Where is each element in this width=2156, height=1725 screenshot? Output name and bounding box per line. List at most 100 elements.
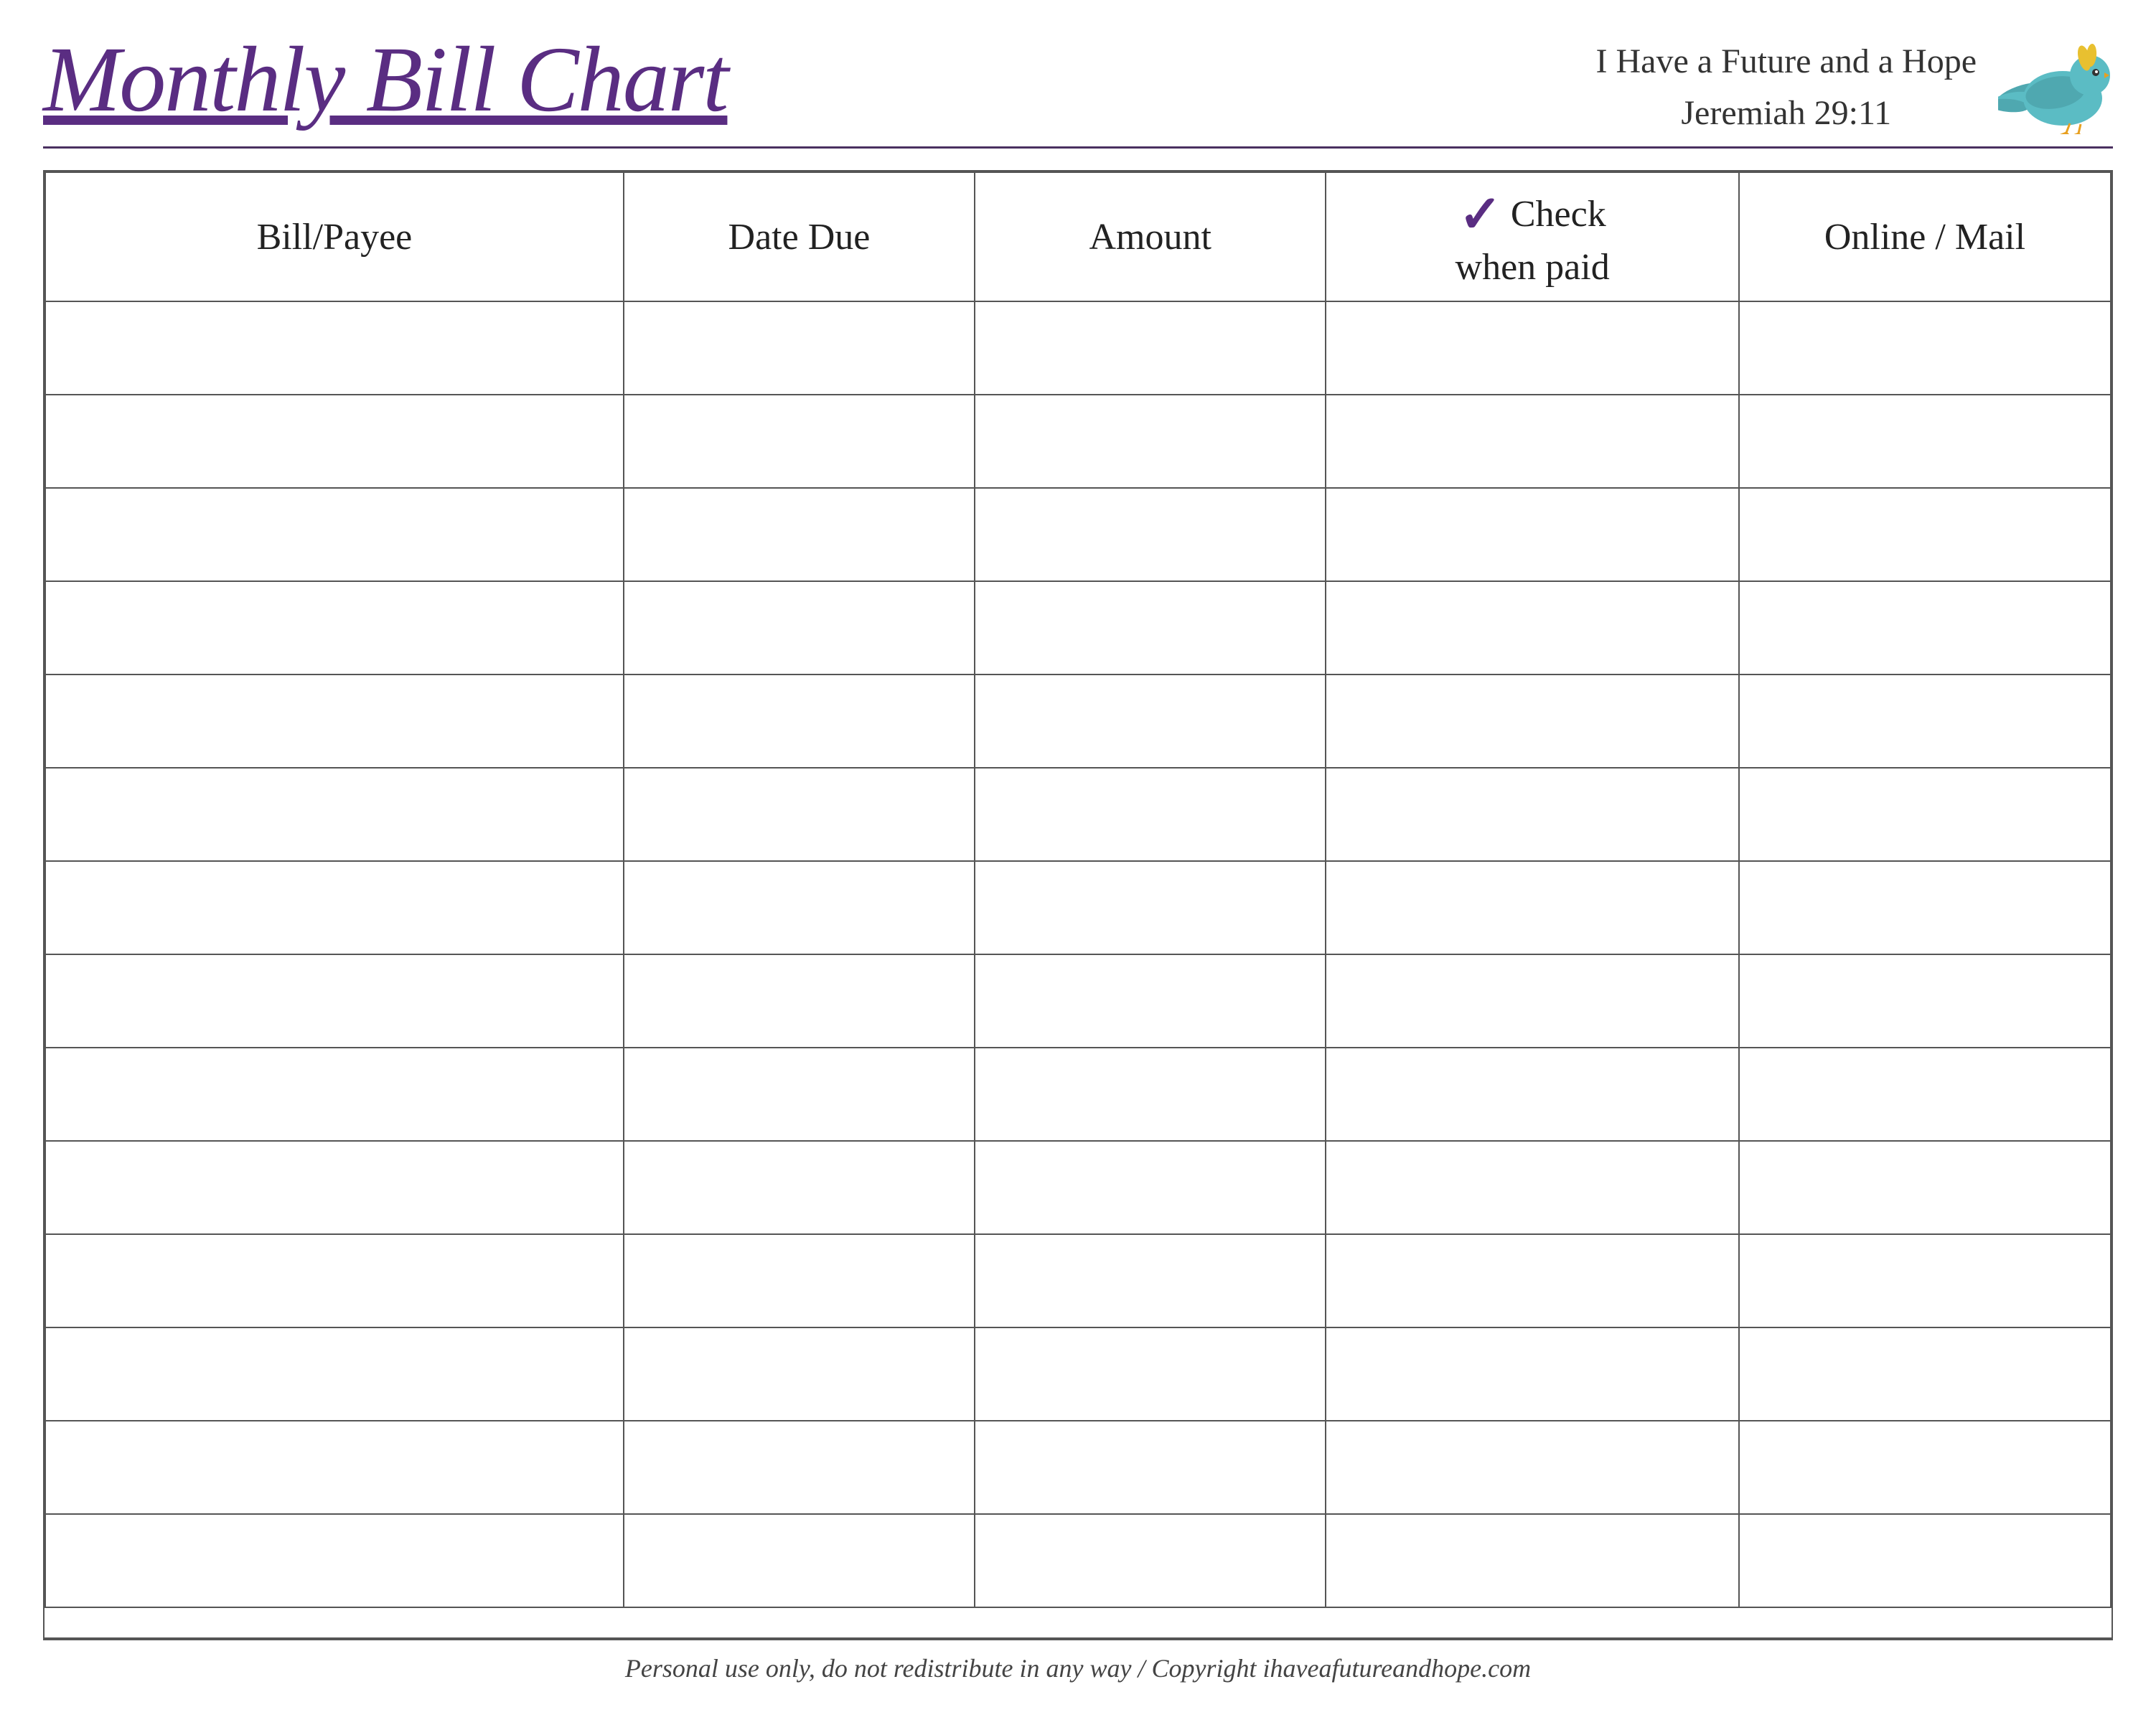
table-cell xyxy=(975,301,1326,395)
table-cell xyxy=(975,1141,1326,1234)
table-cell xyxy=(1326,1234,1739,1327)
table-cell xyxy=(624,1141,975,1234)
table-row xyxy=(45,1048,2111,1141)
table-cell xyxy=(624,768,975,861)
table-row xyxy=(45,1141,2111,1234)
table-cell xyxy=(624,861,975,954)
table-cell xyxy=(1326,301,1739,395)
table-cell xyxy=(45,954,624,1048)
table-row xyxy=(45,1327,2111,1421)
table-row xyxy=(45,675,2111,768)
table-cell xyxy=(624,1234,975,1327)
table-cell xyxy=(1739,395,2111,488)
page: Monthly Bill Chart I Have a Future and a… xyxy=(0,0,2156,1725)
table-row xyxy=(45,581,2111,675)
table-cell xyxy=(1739,1327,2111,1421)
table-cell xyxy=(624,1421,975,1514)
table-cell xyxy=(975,488,1326,581)
table-cell xyxy=(1739,675,2111,768)
table-cell xyxy=(45,581,624,675)
table-row xyxy=(45,1514,2111,1607)
table-cell xyxy=(624,395,975,488)
table-cell xyxy=(1739,581,2111,675)
scripture-line1: I Have a Future and a Hope xyxy=(1596,36,1977,88)
table-cell xyxy=(975,1048,1326,1141)
bill-table: Bill/Payee Date Due Amount ✓ Check when … xyxy=(44,171,2112,1608)
table-cell xyxy=(1326,768,1739,861)
table-cell xyxy=(1739,861,2111,954)
table-row xyxy=(45,1234,2111,1327)
table-cell xyxy=(975,581,1326,675)
table-cell xyxy=(975,395,1326,488)
table-row xyxy=(45,1421,2111,1514)
header: Monthly Bill Chart I Have a Future and a… xyxy=(43,29,2113,149)
table-body xyxy=(45,301,2111,1607)
table-cell xyxy=(975,768,1326,861)
table-cell xyxy=(1326,488,1739,581)
table-cell xyxy=(975,1421,1326,1514)
table-cell xyxy=(975,1514,1326,1607)
bird-icon xyxy=(1998,41,2113,134)
table-cell xyxy=(45,1048,624,1141)
table-cell xyxy=(1326,581,1739,675)
table-cell xyxy=(45,861,624,954)
table-cell xyxy=(1326,1514,1739,1607)
bill-table-wrapper: Bill/Payee Date Due Amount ✓ Check when … xyxy=(43,170,2113,1639)
table-cell xyxy=(45,768,624,861)
col-header-date-due: Date Due xyxy=(624,172,975,301)
col-header-amount: Amount xyxy=(975,172,1326,301)
col-header-bill-payee: Bill/Payee xyxy=(45,172,624,301)
table-cell xyxy=(1326,675,1739,768)
table-cell xyxy=(45,395,624,488)
checkmark-icon: ✓ xyxy=(1459,184,1502,245)
table-cell xyxy=(1326,1048,1739,1141)
table-cell xyxy=(1326,395,1739,488)
table-cell xyxy=(45,1234,624,1327)
scripture-line2: Jeremiah 29:11 xyxy=(1596,88,1977,139)
table-cell xyxy=(624,1327,975,1421)
table-cell xyxy=(1326,1421,1739,1514)
table-cell xyxy=(45,1327,624,1421)
header-right: I Have a Future and a Hope Jeremiah 29:1… xyxy=(1596,29,2113,139)
table-cell xyxy=(45,301,624,395)
table-cell xyxy=(1739,1421,2111,1514)
table-cell xyxy=(1326,1327,1739,1421)
table-row xyxy=(45,954,2111,1048)
table-cell xyxy=(1739,1234,2111,1327)
table-cell xyxy=(975,861,1326,954)
table-cell xyxy=(1739,954,2111,1048)
table-cell xyxy=(624,581,975,675)
table-cell xyxy=(45,1421,624,1514)
table-cell xyxy=(1739,1514,2111,1607)
table-header-row: Bill/Payee Date Due Amount ✓ Check when … xyxy=(45,172,2111,301)
table-cell xyxy=(45,675,624,768)
table-cell xyxy=(1739,1048,2111,1141)
table-cell xyxy=(45,1141,624,1234)
table-cell xyxy=(1326,954,1739,1048)
table-row xyxy=(45,768,2111,861)
table-cell xyxy=(1739,768,2111,861)
table-row xyxy=(45,395,2111,488)
table-cell xyxy=(1739,488,2111,581)
table-cell xyxy=(1326,1141,1739,1234)
table-cell xyxy=(975,1327,1326,1421)
table-cell xyxy=(624,675,975,768)
when-paid-label: when paid xyxy=(1456,245,1610,290)
table-row xyxy=(45,861,2111,954)
table-row xyxy=(45,301,2111,395)
col-header-online-mail: Online / Mail xyxy=(1739,172,2111,301)
table-row xyxy=(45,488,2111,581)
check-label: Check xyxy=(1511,192,1606,237)
table-cell xyxy=(624,301,975,395)
table-cell xyxy=(1739,301,2111,395)
footer: Personal use only, do not redistribute i… xyxy=(43,1639,2113,1696)
footer-text: Personal use only, do not redistribute i… xyxy=(625,1654,1531,1683)
table-cell xyxy=(975,954,1326,1048)
bird-container: I Have a Future and a Hope Jeremiah 29:1… xyxy=(1596,36,2113,139)
table-cell xyxy=(624,1514,975,1607)
table-cell xyxy=(975,1234,1326,1327)
table-cell xyxy=(1326,861,1739,954)
col-header-check-when-paid: ✓ Check when paid xyxy=(1326,172,1739,301)
table-cell xyxy=(1739,1141,2111,1234)
table-cell xyxy=(975,675,1326,768)
